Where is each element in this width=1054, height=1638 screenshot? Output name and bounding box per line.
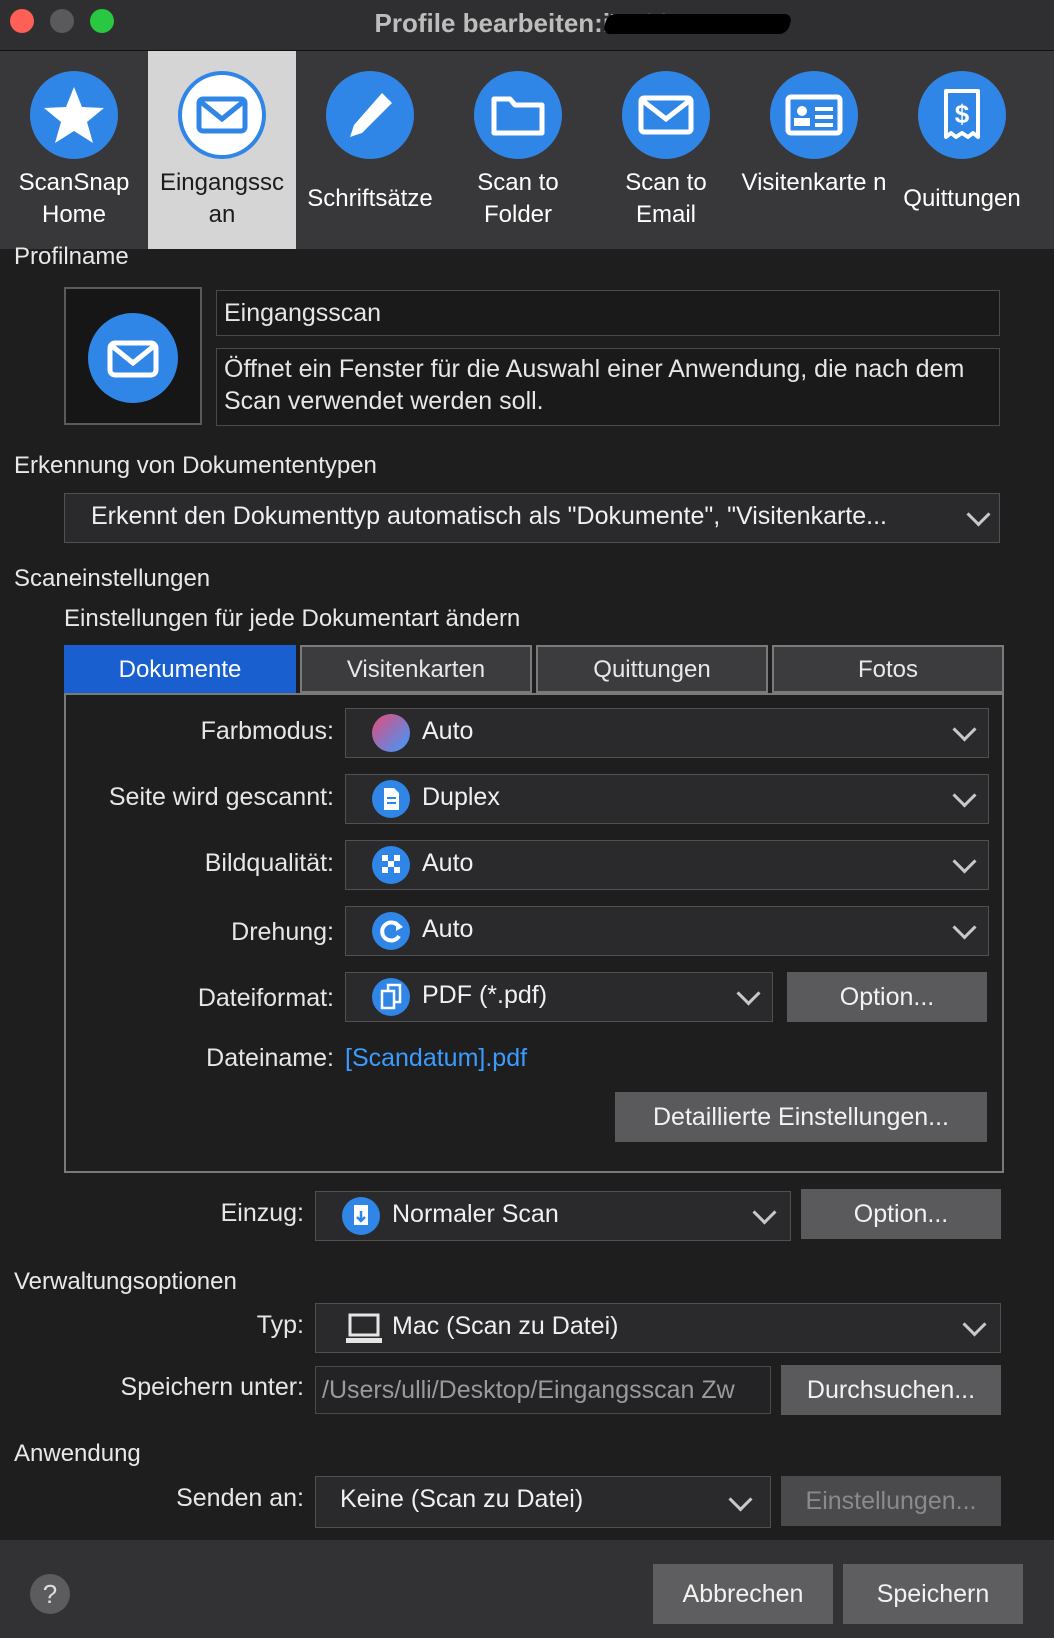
type-select[interactable]: Mac (Scan zu Datei) [315, 1303, 1001, 1353]
tool-quittungen[interactable]: $ Quittungen [888, 51, 1036, 249]
color-mode-label: Farbmodus: [200, 717, 334, 745]
send-to-value: Keine (Scan zu Datei) [340, 1485, 584, 1513]
tool-scan-to-folder[interactable]: Scan to Folder [444, 51, 592, 249]
feed-label: Einzug: [220, 1199, 304, 1227]
chevron-down-icon [952, 783, 977, 808]
rotate-icon [372, 912, 410, 950]
redaction-mark [602, 14, 793, 34]
profilname-label: Profilname [14, 243, 129, 270]
envelope-icon [88, 313, 178, 403]
tool-scan-to-email[interactable]: Scan to Email [592, 51, 740, 249]
tool-label: Scan to Folder [477, 169, 559, 228]
scan-settings-sublabel: Einstellungen für jede Dokumentart änder… [64, 605, 521, 632]
send-to-select[interactable]: Keine (Scan zu Datei) [315, 1476, 771, 1528]
color-mode-select[interactable]: Auto [345, 708, 989, 758]
quality-auto-icon [372, 846, 410, 884]
quality-label: Bildqualität: [204, 849, 334, 877]
tab-quittungen[interactable]: Quittungen [536, 645, 768, 693]
duplex-page-icon [372, 780, 410, 818]
profile-description-field[interactable]: Öffnet ein Fenster für die Auswahl einer… [216, 348, 1000, 426]
quality-select[interactable]: Auto [345, 840, 989, 890]
doc-detection-label: Erkennung von Dokumententypen [14, 452, 377, 479]
profile-icon-box[interactable] [64, 287, 202, 425]
quality-value: Auto [422, 849, 474, 877]
help-button[interactable]: ? [30, 1574, 70, 1614]
feed-option-button[interactable]: Option... [801, 1189, 1001, 1239]
save-path-field[interactable]: /Users/ulli/Desktop/Eingangsscan Zw [315, 1366, 771, 1414]
file-format-label: Dateiformat: [197, 984, 334, 1012]
tool-eingangsscan[interactable]: Eingangssc an [148, 51, 296, 249]
tool-visitenkarten[interactable]: Visitenkarte n [740, 51, 888, 249]
management-label: Verwaltungsoptionen [14, 1268, 237, 1295]
save-to-label: Speichern unter: [120, 1373, 304, 1401]
application-settings-button[interactable]: Einstellungen... [781, 1476, 1001, 1526]
chevron-down-icon [752, 1200, 777, 1225]
tab-fotos[interactable]: Fotos [772, 645, 1004, 693]
feed-icon [342, 1197, 380, 1235]
type-value: Mac (Scan zu Datei) [392, 1312, 619, 1340]
laptop-icon [346, 1312, 382, 1353]
tab-visitenkarten[interactable]: Visitenkarten [300, 645, 532, 693]
doc-detection-value: Erkennt den Dokumenttyp automatisch als … [91, 502, 887, 530]
rotation-label: Drehung: [231, 918, 334, 946]
save-button[interactable]: Speichern [843, 1564, 1023, 1624]
feed-select[interactable]: Normaler Scan [315, 1191, 791, 1241]
tool-label: ScanSnap Home [18, 169, 130, 228]
rotation-value: Auto [422, 915, 474, 943]
window-title: Profile bearbeiten:iX500- [374, 8, 680, 38]
tab-dokumente[interactable]: Dokumente [64, 645, 296, 693]
color-auto-icon [372, 714, 410, 752]
sides-label: Seite wird gescannt: [108, 783, 334, 811]
tool-schriftsaetze[interactable]: Schriftsätze [296, 51, 444, 249]
feed-value: Normaler Scan [392, 1200, 559, 1228]
rotation-select[interactable]: Auto [345, 906, 989, 956]
chevron-down-icon [952, 717, 977, 742]
cancel-button[interactable]: Abbrechen [653, 1564, 833, 1624]
folder-icon [474, 71, 562, 159]
tool-label: Quittungen [903, 185, 1021, 212]
scan-settings-label: Scaneinstellungen [14, 565, 211, 592]
chevron-down-icon [966, 502, 991, 527]
sides-value: Duplex [422, 783, 500, 811]
envelope-icon [622, 71, 710, 159]
chevron-down-icon [952, 915, 977, 940]
chevron-down-icon [736, 981, 761, 1006]
browse-button[interactable]: Durchsuchen... [781, 1365, 1001, 1415]
pencil-icon [326, 71, 414, 159]
tool-label: Schriftsätze [307, 185, 433, 212]
send-to-label: Senden an: [176, 1484, 304, 1512]
sides-select[interactable]: Duplex [345, 774, 989, 824]
detailed-settings-button[interactable]: Detaillierte Einstellungen... [615, 1092, 987, 1142]
file-format-value: PDF (*.pdf) [422, 981, 548, 1009]
envelope-icon [178, 71, 266, 159]
profile-name-input[interactable]: Eingangsscan [216, 290, 1000, 336]
application-label: Anwendung [14, 1440, 141, 1467]
type-label: Typ: [256, 1311, 304, 1339]
doc-detection-select[interactable]: Erkennt den Dokumenttyp automatisch als … [64, 493, 1000, 543]
tool-label: Visitenkarte n [741, 169, 887, 196]
color-mode-value: Auto [422, 717, 474, 745]
file-format-option-button[interactable]: Option... [787, 972, 987, 1022]
file-format-select[interactable]: PDF (*.pdf) [345, 972, 773, 1022]
tool-label: Eingangssc an [159, 169, 285, 228]
file-name-label: Dateiname: [206, 1044, 334, 1072]
svg-text:$: $ [955, 99, 970, 129]
receipt-icon: $ [918, 71, 1006, 159]
tool-label: Scan to Email [625, 169, 707, 228]
star-icon [30, 71, 118, 159]
business-card-icon [770, 71, 858, 159]
file-name-link[interactable]: [Scandatum].pdf [345, 1044, 527, 1073]
chevron-down-icon [962, 1312, 987, 1337]
chevron-down-icon [952, 849, 977, 874]
pdf-file-icon [372, 978, 410, 1016]
chevron-down-icon [728, 1487, 753, 1512]
tool-scansnap-home[interactable]: ScanSnap Home [0, 51, 148, 249]
